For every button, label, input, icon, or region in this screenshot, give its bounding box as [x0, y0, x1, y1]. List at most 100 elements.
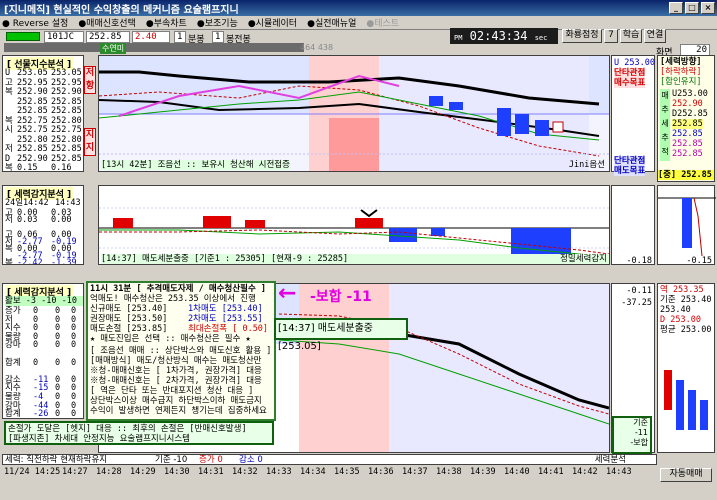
- time-tick-label: 14:28: [96, 467, 122, 477]
- time-tick-label: 14:30: [164, 467, 190, 477]
- futures-row-cell: 복: [5, 163, 13, 172]
- btn-link[interactable]: 연결: [644, 29, 666, 43]
- trend-v1: 252.90: [672, 99, 703, 109]
- chart-force[interactable]: [14:37] 매도세분출중 [기준1 : 25305] [현재-9 : 252…: [98, 185, 610, 265]
- scale-top: U 253.00: [614, 58, 655, 68]
- menu-bar: ● Reverse 설정 ●매매신호선택 ●부속차트 ●보조기능 ●시뮬레이터 …: [0, 16, 717, 30]
- signal-row-cell: 0: [55, 357, 61, 368]
- mini-force-val: -0.15: [686, 256, 712, 266]
- signal-row-cell: 강마: [5, 340, 21, 351]
- force-row-cell: 복: [5, 258, 13, 265]
- menu-test[interactable]: ●테스트: [366, 16, 399, 29]
- btn-seven[interactable]: 7: [604, 29, 618, 43]
- futures-row-cell: 252.85: [51, 144, 82, 154]
- force-date: 24일14:42: [5, 198, 49, 208]
- menu-reverse[interactable]: ● Reverse 설정: [2, 16, 68, 29]
- time-tick-label: 14:42: [572, 467, 598, 477]
- info-l4b: 2차매도 [253.55]: [188, 314, 263, 324]
- auto-trade-button[interactable]: 자동매매: [660, 468, 712, 482]
- trend-bottom: [중] 252.85: [658, 170, 714, 180]
- force-row-cell: 0.00: [51, 215, 72, 226]
- period-input[interactable]: 1: [174, 31, 186, 43]
- force-row-cell: 0.03: [17, 215, 38, 226]
- time-axis: 11/24 14:25 14:27 14:28 14:29 14:30 14:31 14:3…: [2, 466, 657, 478]
- trend-v2: D252.85: [672, 109, 708, 119]
- futures-row-cell: 252.80: [51, 134, 82, 145]
- futures-row-cell: 복: [5, 115, 13, 126]
- clock-prefix: PM: [454, 34, 463, 42]
- menu-subchart[interactable]: ●부속차트: [146, 16, 187, 29]
- menu-manual[interactable]: ●실전매뉴얼: [307, 16, 356, 29]
- support-label: 지지: [84, 128, 96, 156]
- futures-row-cell: 0.16: [51, 163, 72, 172]
- btn-study[interactable]: 학습: [620, 29, 642, 43]
- window-title: [지니메직] 현실적인 수익창출의 메커니즘 요술램프지니: [4, 4, 239, 16]
- futures-row-cell: 0.15: [17, 163, 38, 172]
- status-left: 세력: 직전하락 현재하락유지: [5, 455, 108, 465]
- btn-hwaryong[interactable]: 화룡점정: [562, 29, 602, 43]
- note-buy-1: 단타관점: [614, 68, 646, 78]
- status-mid3: 감소 0: [239, 455, 263, 465]
- maximize-icon[interactable]: □: [685, 2, 699, 14]
- signal-row-cell: 0: [55, 409, 61, 419]
- info-l7: [ 조음선 매매 :: 상단박스와 매도신호 활용 ]: [90, 346, 272, 356]
- futures-row-cell: 시: [5, 125, 13, 135]
- futures-row-cell: 252.95: [17, 77, 48, 88]
- clock-display: PM 02:43:34 sec: [450, 28, 558, 44]
- chart-main[interactable]: [13시 42분] 조음선 :: 보유시 청산해 시전접증 Jini옵션: [98, 55, 610, 172]
- time-tick-label: 11/24 14:25: [4, 467, 61, 477]
- info-l5a: 매도손절 [253.85]: [90, 324, 168, 334]
- mini-signal-panel: 역 253.35 기준 253.40 253.40 D 253.00 평균 25…: [657, 283, 715, 453]
- menu-tools[interactable]: ●보조기능: [197, 16, 238, 29]
- time-tick-label: 14:33: [266, 467, 292, 477]
- sub-label: 수연미: [100, 43, 127, 54]
- scale-val-top: -0.11: [626, 286, 652, 296]
- mini-s2: 기준 253.40: [660, 295, 712, 305]
- close-icon[interactable]: ×: [701, 2, 715, 14]
- force-row-cell: 저: [5, 215, 13, 226]
- annotation-text: -보합 -11: [310, 289, 372, 305]
- window-titlebar: [지니메직] 현실적인 수익창출의 메커니즘 요술램프지니 _ □ ×: [0, 0, 717, 16]
- signal-row-cell: 0: [55, 340, 61, 351]
- status-right: 세력분석: [594, 455, 626, 465]
- futures-row-cell: 252.80: [51, 115, 82, 126]
- info-l4a: 권장매도 [253.50]: [90, 314, 168, 324]
- futures-row-cell: 252.75: [51, 125, 82, 135]
- menu-signal[interactable]: ●매매신호선택: [78, 16, 136, 29]
- info-l8: [매매방식] 매도/청산방식 매수는 매도청산만: [90, 356, 262, 366]
- annotation-box: [14:37] 매도세분출중[253.05]: [274, 318, 408, 352]
- force-row-cell: -2.42: [17, 258, 43, 265]
- menu-simulator[interactable]: ●시뮬레이터: [248, 16, 297, 29]
- sub-value: 464 438: [300, 43, 334, 52]
- trend-v4: 252.85: [672, 129, 703, 139]
- clock-suffix: sec: [534, 34, 548, 42]
- chart-main-svg: [99, 56, 609, 171]
- trend-title: [세력방향]: [660, 57, 702, 67]
- trend-box: [세력방향] [하락하락] [합인유지] U253.00 252.90 D252…: [657, 55, 715, 182]
- force-panel: [ 세력감지분석 ] 24일14:42 14:43 고 0.00 0.03 저 0.03…: [2, 185, 84, 265]
- futures-row-cell: 253.05: [51, 68, 82, 78]
- code-input[interactable]: 101JC: [44, 31, 84, 43]
- mini-s5: 평균 253.00: [660, 325, 712, 335]
- time-tick-label: 14:38: [436, 467, 462, 477]
- signal-row-cell: -26: [33, 409, 49, 419]
- count-input[interactable]: 1: [212, 31, 224, 43]
- chart-force-status: [14:37] 매도세분출중 [기준1 : 25305] [현재-9 : 252…: [101, 254, 609, 264]
- change-field: 2.40: [132, 31, 170, 43]
- mini-s4: D 253.00: [660, 315, 701, 325]
- mini-s1: 역 253.35: [660, 285, 704, 295]
- status-led: [6, 32, 40, 41]
- note-buy-2: 매수목표: [614, 78, 646, 88]
- chart-main-status: [13시 42분] 조음선 :: 보유시 청산해 시전접증: [101, 160, 290, 170]
- trend-tag1: [하락하락]: [660, 67, 702, 77]
- futures-row-cell: 252.90: [51, 87, 82, 97]
- futures-row-cell: 252.85: [17, 144, 48, 154]
- time-tick-label: 14:27: [62, 467, 88, 477]
- info-l15: [파생지존] 차세대 안정지능 요술램프지니시스템: [8, 434, 190, 444]
- time-tick-label: 14:41: [538, 467, 564, 477]
- time-tick-label: 14:34: [300, 467, 326, 477]
- minimize-icon[interactable]: _: [669, 2, 683, 14]
- futures-row-cell: U: [5, 68, 11, 78]
- chart-main-footer: Jini옵션: [568, 160, 605, 170]
- signal-row-cell: 합계: [5, 357, 21, 368]
